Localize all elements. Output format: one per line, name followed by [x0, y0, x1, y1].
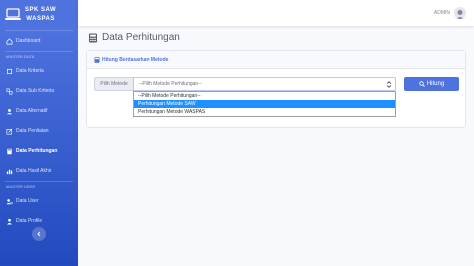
- user-icon: [7, 218, 12, 224]
- method-option-saw[interactable]: Perhitungan Metode SAW: [134, 100, 395, 108]
- laptop-logo-icon: [5, 8, 21, 20]
- sidebar-item-label: Data Sub Kriteria: [16, 88, 55, 94]
- sidebar-item-data-hasil-akhir[interactable]: Data Hasil Akhir: [0, 161, 78, 181]
- sidebar-item-data-sub-kriteria[interactable]: Data Sub Kriteria: [0, 81, 78, 101]
- sidebar-heading-master-user: MASTER USER: [6, 184, 36, 189]
- sidebar-item-label: Data Profile: [16, 218, 43, 224]
- method-field-label: Pilih Metode: [94, 77, 133, 91]
- brand-line-1: SPK SAW: [25, 7, 57, 13]
- user-menu[interactable]: ADMIN: [434, 7, 466, 19]
- user-name: ADMIN: [433, 10, 450, 16]
- edit-icon: [6, 128, 13, 134]
- sidebar-item-label: Data Penilaian: [16, 128, 49, 134]
- topbar: ADMIN: [78, 0, 474, 26]
- home-icon: [6, 37, 13, 44]
- sidebar: SPK SAW WASPAS Dashboard MASTER DATA Dat…: [0, 0, 78, 266]
- sidebar-item-label: Dashboard: [16, 38, 41, 44]
- sidebar-item-dashboard[interactable]: Dashboard: [0, 31, 78, 51]
- brand-name: SPK SAW WASPAS: [25, 6, 56, 24]
- calculator-icon: [89, 33, 97, 42]
- method-option-placeholder[interactable]: --Pilih Metode Perhitungan--: [134, 92, 395, 100]
- users-cog-icon: [6, 198, 13, 204]
- sidebar-item-data-kriteria[interactable]: Data Kriteria: [0, 61, 78, 81]
- method-select[interactable]: --Pilih Metode Perhitungan--: [133, 77, 396, 91]
- hitung-button-label: Hitung: [426, 81, 445, 87]
- sidebar-item-label: Data Perhitungan: [16, 148, 58, 154]
- page-heading: Data Perhitungan: [88, 32, 180, 43]
- card-title: Hitung Berdasarkan Metode: [102, 56, 169, 63]
- users-icon: [6, 108, 13, 114]
- sidebar-item-label: Data Alternatif: [16, 108, 48, 114]
- sidebar-toggle-button[interactable]: [32, 227, 46, 241]
- sidebar-item-label: Data Kriteria: [16, 68, 44, 74]
- page-title: Data Perhitungan: [102, 32, 180, 43]
- search-icon: [419, 81, 425, 87]
- brand-line-2: WASPAS: [26, 16, 55, 22]
- chart-icon: [6, 169, 13, 174]
- method-select-value: --Pilih Metode Perhitungan--: [139, 81, 202, 87]
- brand[interactable]: SPK SAW WASPAS: [0, 0, 78, 30]
- cube-icon: [6, 68, 13, 74]
- sidebar-item-label: Data Hasil Akhir: [16, 168, 52, 174]
- sidebar-item-data-user[interactable]: Data User: [0, 191, 78, 211]
- sidebar-item-data-perhitungan[interactable]: Data Perhitungan: [0, 141, 78, 161]
- user-avatar-icon: [456, 10, 464, 19]
- sidebar-heading-master-data: MASTER DATA: [6, 54, 35, 59]
- method-option-waspas[interactable]: Perhitungan Metode WASPAS: [134, 108, 395, 116]
- method-dropdown-list: --Pilih Metode Perhitungan-- Perhitungan…: [133, 91, 396, 117]
- calculator-small-icon: [94, 56, 100, 63]
- avatar[interactable]: [454, 7, 466, 19]
- chevron-left-icon: [37, 231, 41, 237]
- sidebar-item-label: Data User: [16, 198, 39, 204]
- select-arrow-icon: [386, 81, 392, 88]
- cubes-icon: [6, 88, 13, 94]
- sidebar-item-data-penilaian[interactable]: Data Penilaian: [0, 121, 78, 141]
- card-header: Hitung Berdasarkan Metode: [87, 51, 465, 69]
- calculator-icon: [7, 148, 12, 154]
- sidebar-item-data-alternatif[interactable]: Data Alternatif: [0, 101, 78, 121]
- hitung-button[interactable]: Hitung: [404, 77, 459, 91]
